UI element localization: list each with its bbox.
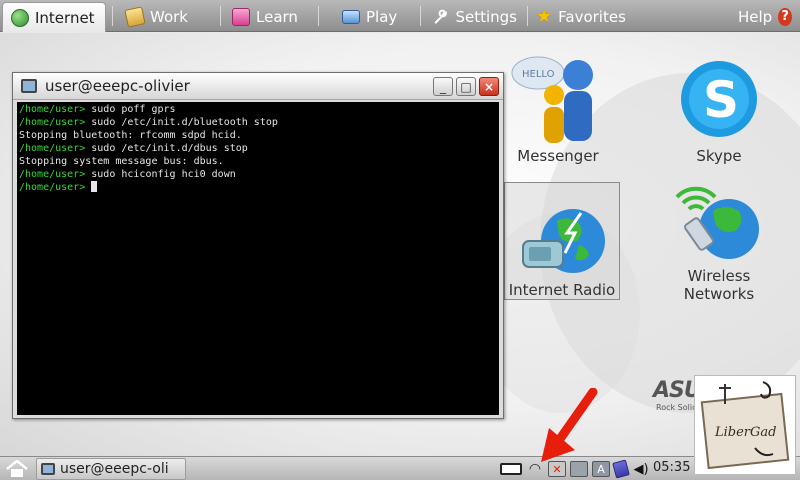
volume-icon[interactable]: ◀) [632, 461, 650, 477]
app-messenger[interactable]: HELLO Messenger [508, 53, 608, 165]
terminal-cursor [91, 181, 98, 192]
tab-favorites[interactable]: ★ Favorites [528, 2, 632, 31]
battery-icon[interactable] [500, 463, 522, 475]
taskbar-item-terminal[interactable]: user@eeepc-oli [36, 458, 186, 480]
tab-play-label: Play [366, 7, 398, 26]
top-tab-bar: Internet Work Learn Play Settings ★ Favo… [0, 0, 800, 32]
watermark-logo: LiberGad [694, 375, 796, 475]
tab-internet[interactable]: Internet [2, 2, 106, 32]
app-skype-label: Skype [696, 147, 742, 165]
tab-separator [420, 6, 421, 26]
tab-settings-label: Settings [455, 7, 517, 26]
play-icon [342, 9, 360, 24]
settings-wrench-icon [434, 9, 447, 23]
learn-icon [232, 7, 250, 26]
skype-logo-letter: S [703, 71, 739, 129]
terminal-text: Stopping system message bus: dbus. [19, 156, 224, 167]
taskbar-item-label: user@eeepc-oli [60, 461, 169, 477]
tab-internet-label: Internet [35, 8, 95, 27]
maximize-button[interactable]: □ [456, 77, 476, 96]
terminal-line: Stopping system message bus: dbus. [19, 155, 497, 168]
terminal-text: sudo poff gprs [85, 104, 176, 115]
clock: 05:35 [653, 460, 691, 475]
terminal-text: sudo /etc/init.d/bluetooth stop [85, 117, 278, 128]
terminal-line: Stopping bluetooth: rfcomm sdpd hcid. [19, 129, 497, 142]
tab-separator [112, 6, 113, 26]
terminal-line: /home/user> sudo hciconfig hci0 down [19, 168, 497, 181]
app-wireless-networks-label-line2: Networks [683, 285, 755, 303]
watermark-logo-image: LiberGad [700, 381, 790, 470]
tab-learn[interactable]: Learn [224, 2, 324, 31]
tab-work[interactable]: Work [118, 2, 218, 31]
watermark-text: LiberGad [714, 425, 776, 440]
app-wireless-networks-label-line1: Wireless [687, 267, 751, 285]
terminal-prompt: /home/user> [19, 117, 86, 128]
tab-separator [220, 6, 221, 26]
help-icon: ? [778, 7, 792, 26]
app-wireless-networks[interactable]: Wireless Networks [668, 185, 770, 303]
terminal-line: /home/user> sudo /etc/init.d/bluetooth s… [19, 116, 497, 129]
help-label: Help [738, 7, 773, 26]
terminal-text: sudo /etc/init.d/dbus stop [85, 143, 248, 154]
app-skype[interactable]: S Skype [669, 53, 769, 165]
terminal-text: Stopping bluetooth: rfcomm sdpd hcid. [19, 130, 242, 141]
terminal-line: /home/user> sudo poff gprs [19, 103, 497, 116]
tab-learn-label: Learn [256, 7, 298, 26]
tab-settings[interactable]: Settings [425, 2, 525, 31]
messenger-icon: HELLO [511, 56, 593, 143]
terminal-line: /home/user> [19, 181, 497, 194]
favorites-star-icon: ★ [536, 6, 553, 27]
taskbar-monitor-icon [41, 463, 55, 475]
home-icon[interactable] [4, 460, 30, 478]
tab-separator [318, 6, 319, 26]
terminal-text: sudo hciconfig hci0 down [85, 169, 236, 180]
terminal-line: /home/user> sudo /etc/init.d/dbus stop [19, 142, 497, 155]
wireless-networks-icon [675, 186, 759, 259]
internet-globe-icon [11, 8, 29, 27]
terminal-title: user@eeepc-olivier [45, 77, 190, 95]
app-messenger-label: Messenger [517, 147, 599, 165]
terminal-prompt: /home/user> [19, 169, 86, 180]
app-internet-radio-label: Internet Radio [508, 281, 616, 299]
terminal-prompt: /home/user> [19, 182, 86, 193]
tab-work-label: Work [150, 7, 188, 26]
help-button[interactable]: Help ? [730, 2, 800, 31]
terminal-prompt: /home/user> [19, 104, 86, 115]
taskbar: user@eeepc-oli ◠ ✕ A ◀) 05:35 [0, 456, 800, 480]
terminal-window[interactable]: user@eeepc-olivier _ □ × /home/user> sud… [12, 72, 504, 419]
skype-icon: S [681, 61, 757, 137]
work-icon [124, 5, 146, 28]
close-button[interactable]: × [479, 77, 499, 96]
internet-radio-icon [522, 209, 605, 273]
app-internet-radio[interactable]: Internet Radio [504, 182, 620, 300]
annotation-arrow-icon [541, 388, 598, 462]
terminal-title-bar[interactable]: user@eeepc-olivier _ □ × [13, 73, 503, 100]
tab-play[interactable]: Play [334, 2, 418, 31]
messenger-badge-text: HELLO [522, 69, 555, 80]
terminal-monitor-icon [21, 79, 37, 93]
terminal-prompt: /home/user> [19, 143, 86, 154]
brand-tagline: Rock Solid [656, 403, 698, 412]
terminal-output[interactable]: /home/user> sudo poff gprs /home/user> s… [17, 102, 499, 415]
minimize-button[interactable]: _ [433, 77, 453, 96]
storage-icon[interactable] [612, 459, 630, 479]
tab-favorites-label: Favorites [558, 7, 626, 26]
